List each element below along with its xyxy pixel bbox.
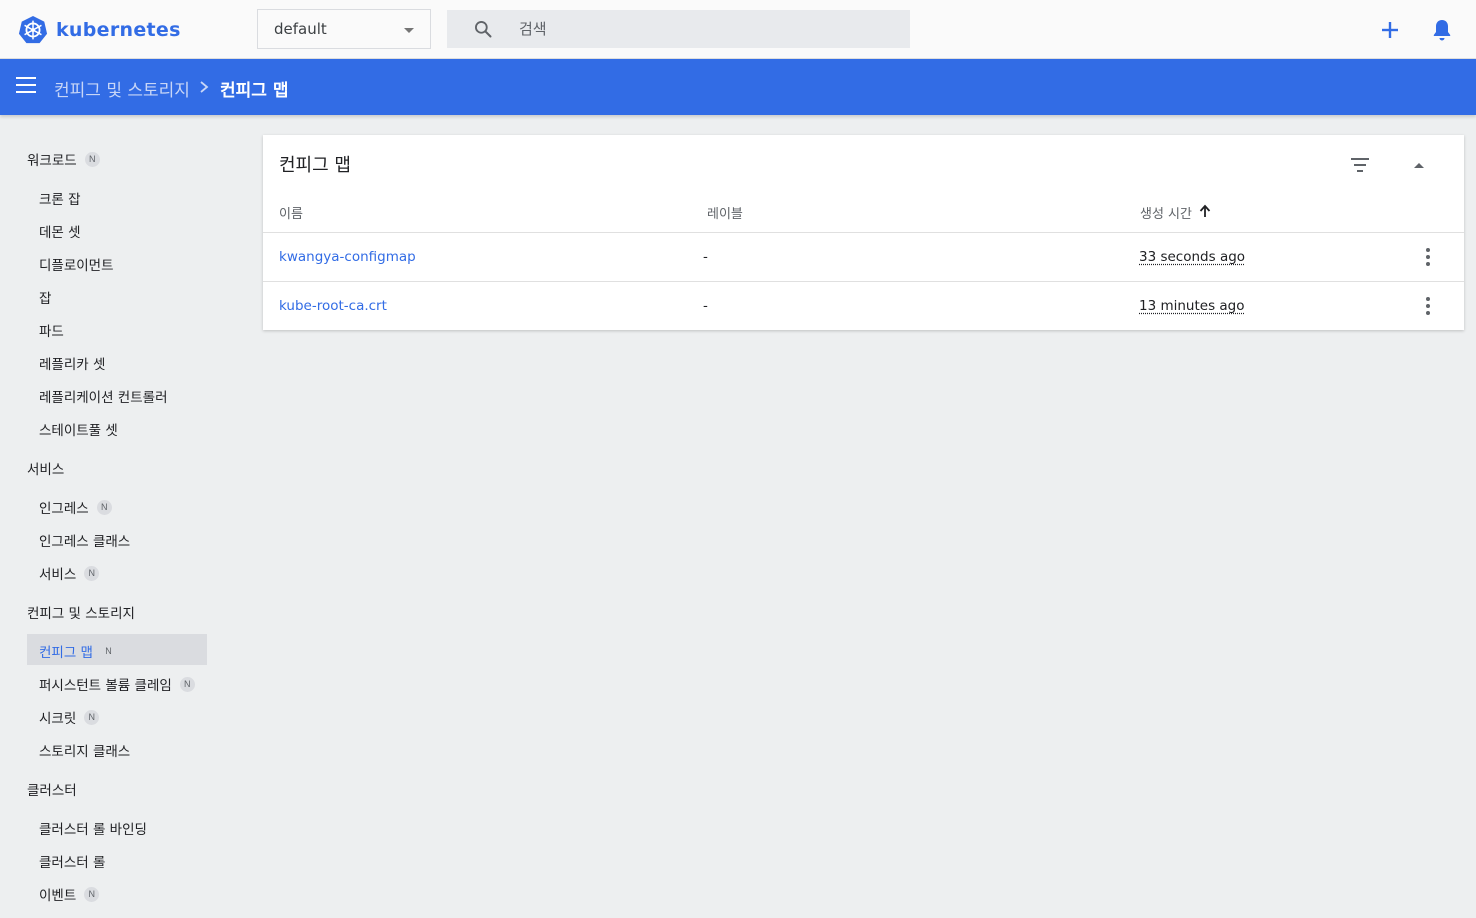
configmaps-card: 컨피그 맵 이름 레이블 생성 시간 kwangya-configmap - 3… [263,135,1464,330]
sidebar-item-jobs[interactable]: 잡 [39,287,51,307]
sidebar-item-label: 시크릿 [39,711,77,727]
row-divider [263,281,1464,282]
sidebar-item-replicasets[interactable]: 레플리카 셋 [39,353,105,373]
sidebar-item-label: 인그레스 [39,501,89,517]
sidebar-item-label: 크론 잡 [39,192,81,208]
sidebar-item-label: 클러스터 롤 [39,855,106,871]
sidebar-heading-service[interactable]: 서비스 [27,458,64,478]
chevron-right-icon [200,81,209,93]
configmap-created: 13 minutes ago [1139,298,1245,314]
configmap-name-link[interactable]: kwangya-configmap [279,249,416,265]
collapse-icon[interactable] [1411,159,1427,171]
sidebar-item-ingressclasses[interactable]: 인그레스 클래스 [39,530,130,550]
sidebar-item-label: 퍼시스턴트 볼륨 클레임 [39,678,172,694]
namespaced-badge: N [84,565,100,581]
sidebar-item-label: 파드 [39,324,64,340]
sidebar-heading-label: 컨피그 및 스토리지 [27,606,135,622]
search-icon [475,21,492,38]
sidebar-item-label: 컨피그 맵 [39,645,93,661]
filter-icon[interactable] [1349,155,1371,175]
menu-icon[interactable] [16,77,38,97]
sidebar-heading-config-storage[interactable]: 컨피그 및 스토리지 [27,602,135,622]
sidebar-item-clusterroles[interactable]: 클러스터 롤 [39,851,105,871]
namespaced-badge: N [84,886,100,902]
namespaced-badge: N [84,709,100,725]
kubernetes-logo-icon [18,15,48,44]
sidebar-item-pods[interactable]: 파드 [39,320,64,340]
sidebar-item-label: 데몬 셋 [39,225,81,241]
bell-icon[interactable] [1430,17,1454,43]
more-vert-icon[interactable] [1419,247,1437,267]
namespaced-badge: N [84,151,100,167]
sidebar-item-services[interactable]: 서비스 N [39,563,100,583]
column-header-name[interactable]: 이름 [279,203,303,222]
configmap-name-link[interactable]: kube-root-ca.crt [279,298,387,314]
sidebar-item-label: 인그레스 클래스 [39,534,131,550]
breadcrumb-bar: 컨피그 및 스토리지 컨피그 맵 [0,59,1476,115]
breadcrumb-parent[interactable]: 컨피그 및 스토리지 [54,76,190,101]
sidebar-item-deployments[interactable]: 디플로이먼트 [39,254,114,274]
sidebar-item-statefulsets[interactable]: 스테이트풀 셋 [39,419,118,439]
column-header-created[interactable]: 생성 시간 [1140,203,1192,222]
sidebar-item-label: 클러스터 롤 바인딩 [39,822,147,838]
namespaced-badge: N [179,676,195,692]
logo-text: kubernetes [56,19,181,41]
namespaced-badge: N [100,643,116,659]
sidebar-heading-label: 워크로드 [27,153,77,169]
sidebar-item-clusterrolebindings[interactable]: 클러스터 롤 바인딩 [39,818,147,838]
top-app-bar: kubernetes default [0,0,1476,59]
sidebar-item-replicationcontrollers[interactable]: 레플리케이션 컨트롤러 [39,386,168,406]
sidebar-heading-label: 서비스 [27,462,65,478]
sidebar-nav: 워크로드 N 크론 잡 데몬 셋 디플로이먼트 잡 파드 레플리카 셋 레플리케… [0,116,230,918]
sidebar-item-storageclasses[interactable]: 스토리지 클래스 [39,740,130,760]
column-header-labels: 레이블 [707,207,743,222]
namespace-select[interactable]: default [257,9,431,49]
sidebar-item-label: 이벤트 [39,888,77,904]
sidebar-item-events[interactable]: 이벤트 N [39,884,100,904]
plus-icon[interactable] [1377,17,1403,43]
configmap-labels: - [703,249,708,265]
sidebar-item-secrets[interactable]: 시크릿 N [39,707,100,727]
kubernetes-logo[interactable]: kubernetes [18,14,181,46]
sidebar-item-persistentvolumeclaims[interactable]: 퍼시스턴트 볼륨 클레임 N [39,674,195,694]
more-vert-icon[interactable] [1419,296,1437,316]
sidebar-item-ingresses[interactable]: 인그레스 N [39,497,112,517]
caret-down-icon [404,28,414,33]
sidebar-item-daemonsets[interactable]: 데몬 셋 [39,221,81,241]
sidebar-item-label: 디플로이먼트 [39,258,114,274]
configmap-labels: - [703,298,708,314]
sidebar-item-label: 스토리지 클래스 [39,744,131,760]
sidebar-item-label: 레플리케이션 컨트롤러 [39,390,168,406]
sidebar-heading-cluster[interactable]: 클러스터 [27,779,77,799]
configmap-created: 33 seconds ago [1139,249,1246,265]
search-bar[interactable] [447,10,910,48]
namespace-value: default [274,20,327,38]
sidebar-heading-label: 클러스터 [27,783,77,799]
sidebar-item-configmaps[interactable]: 컨피그 맵 N [39,641,116,661]
row-divider [263,232,1464,233]
namespaced-badge: N [96,499,112,515]
sidebar-item-label: 잡 [39,291,52,307]
sidebar-item-label: 레플리카 셋 [39,357,106,373]
sort-arrow-up-icon[interactable] [1199,204,1211,218]
breadcrumb-current: 컨피그 맵 [220,81,289,101]
card-title: 컨피그 맵 [279,155,351,176]
sidebar-item-cronjobs[interactable]: 크론 잡 [39,188,81,208]
sidebar-item-label: 스테이트풀 셋 [39,423,118,439]
sidebar-heading-workloads[interactable]: 워크로드 N [27,149,100,169]
sidebar-item-label: 서비스 [39,567,77,583]
search-input[interactable] [519,10,899,48]
